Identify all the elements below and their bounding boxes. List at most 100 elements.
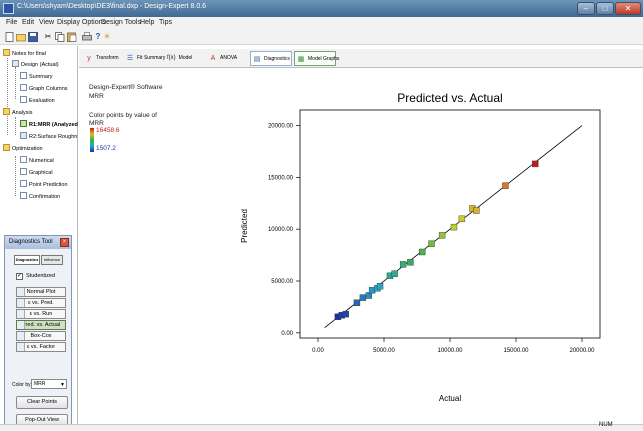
data-point[interactable] <box>502 182 509 189</box>
tab-label: ANOVA <box>220 55 238 61</box>
open-folder-icon[interactable] <box>16 32 26 42</box>
x-tick-label: 0.00 <box>312 348 324 354</box>
studentized-checkbox[interactable]: ✓ <box>16 273 23 280</box>
data-point[interactable] <box>458 215 466 223</box>
confirmation-icon <box>20 192 27 199</box>
tree-item-point-prediction[interactable]: Point Prediction <box>20 180 68 188</box>
tree-item-notes[interactable]: Notes for final <box>3 49 46 57</box>
menu-edit[interactable]: Edit <box>22 19 34 26</box>
button-label: Pred. vs. Actual <box>21 322 61 328</box>
data-point[interactable] <box>450 223 458 231</box>
save-icon[interactable] <box>28 32 38 42</box>
maximize-button[interactable]: □ <box>596 2 614 15</box>
data-point[interactable] <box>428 240 435 247</box>
tab-label: Fit Summary <box>137 55 166 61</box>
tree-item-numerical[interactable]: Numerical <box>20 156 54 164</box>
menu-design-tools[interactable]: Design Tools <box>101 19 141 26</box>
data-point[interactable] <box>353 299 361 306</box>
copy-icon[interactable] <box>55 32 65 42</box>
tab-anova[interactable]: A ANOVA <box>207 51 245 66</box>
tab-label: Model Graphs <box>308 56 340 62</box>
data-point[interactable] <box>399 261 407 268</box>
tab-diagnostics[interactable]: Diagnostics <box>14 255 40 265</box>
tree-item-confirmation[interactable]: Confirmation <box>20 192 60 200</box>
tab-transform[interactable]: y Transform <box>83 51 123 66</box>
evaluation-icon <box>20 96 27 103</box>
normal-plot-button[interactable]: Normal Plot <box>16 287 66 297</box>
tree-label: R2:Surface Roughn <box>29 134 78 140</box>
close-icon[interactable]: × <box>60 238 69 247</box>
graphical-icon <box>20 168 27 175</box>
print-icon[interactable] <box>82 32 92 42</box>
data-point[interactable] <box>391 270 398 277</box>
menu-help[interactable]: Help <box>140 19 154 26</box>
button-label: ε vs. Pred. <box>28 300 54 306</box>
menu-file[interactable]: File <box>6 19 17 26</box>
folder-icon <box>3 108 10 115</box>
tree-item-analysis[interactable]: Analysis <box>3 108 32 116</box>
anova-icon: A <box>210 55 216 62</box>
data-point[interactable] <box>376 282 384 290</box>
y-axis: 0.00 5000.00 10000.00 15000.00 20000.00 <box>268 124 300 337</box>
tree-item-summary[interactable]: Summary <box>20 72 53 80</box>
y-tick-label: 5000.00 <box>271 279 293 285</box>
data-point[interactable] <box>419 248 426 256</box>
prediction-icon <box>20 180 27 187</box>
run-plot-icon <box>17 310 25 318</box>
minimize-button[interactable]: – <box>577 2 595 15</box>
data-point[interactable] <box>407 259 414 266</box>
button-label: ε vs. Run <box>29 311 53 317</box>
diagnostics-icon: ▤ <box>253 56 261 63</box>
tree-item-evaluation[interactable]: Evaluation <box>20 96 55 104</box>
menu-display-options[interactable]: Display Options <box>57 19 106 26</box>
data-point[interactable] <box>359 294 367 301</box>
chart-title: Predicted vs. Actual <box>397 91 502 105</box>
tab-label: Diagnostics <box>264 56 290 62</box>
resid-vs-factor-button[interactable]: ε vs. Factor <box>16 342 66 352</box>
tips-icon[interactable]: ☀ <box>102 32 112 42</box>
data-point[interactable] <box>473 207 480 214</box>
analysis-icon <box>20 132 27 139</box>
cut-icon[interactable]: ✂ <box>43 32 53 42</box>
tree-item-r2-surface-roughness[interactable]: R2:Surface Roughn <box>20 132 77 140</box>
tree-label: Optimization <box>12 146 43 152</box>
new-file-icon[interactable] <box>4 32 14 42</box>
resid-vs-run-button[interactable]: ε vs. Run <box>16 309 66 319</box>
resid-vs-pred-button[interactable]: ε vs. Pred. <box>16 298 66 308</box>
num-lock-indicator: NUM <box>599 422 613 428</box>
data-point[interactable] <box>438 232 446 239</box>
plot-frame <box>299 109 601 339</box>
tab-diagnostics-main[interactable]: ▤ Diagnostics <box>250 51 292 66</box>
summary-icon: ☰ <box>126 55 134 62</box>
pred-vs-actual-button[interactable]: Pred. vs. Actual <box>16 320 66 330</box>
tree-item-graph-columns[interactable]: Graph Columns <box>20 84 68 92</box>
software-label: Design-Expert® Software <box>89 84 163 91</box>
color-by-select[interactable]: MRR ▼ <box>31 379 67 389</box>
tree-label: Confirmation <box>29 194 61 200</box>
box-cox-button[interactable]: Box-Cox <box>16 331 66 341</box>
toolbar: ✂ ? ☀ <box>0 30 643 45</box>
data-point[interactable] <box>342 310 349 318</box>
tree-item-r1-mrr[interactable]: R1:MRR (Analyzed <box>20 120 78 128</box>
y-tick-label: 15000.00 <box>268 175 294 181</box>
y-axis-label: Predicted <box>240 209 249 243</box>
clear-points-button[interactable]: Clear Points <box>16 396 68 409</box>
status-bar <box>0 424 643 431</box>
close-button[interactable]: ✕ <box>615 2 641 15</box>
app-icon <box>3 3 14 14</box>
studentized-label: Studentized <box>26 273 56 279</box>
tree-item-optimization[interactable]: Optimization <box>3 144 43 152</box>
tree-item-design[interactable]: Design (Actual) <box>12 60 59 68</box>
y-tick-label: 10000.00 <box>268 227 294 233</box>
data-point[interactable] <box>532 160 539 168</box>
menu-tips[interactable]: Tips <box>159 19 172 26</box>
paste-icon[interactable] <box>67 32 77 42</box>
tab-influence[interactable]: Influence <box>41 255 63 265</box>
analysis-icon <box>20 120 27 127</box>
design-icon <box>12 60 19 67</box>
tree-item-graphical[interactable]: Graphical <box>20 168 53 176</box>
tab-model[interactable]: f(x) Model <box>167 51 205 66</box>
menu-view[interactable]: View <box>39 19 54 26</box>
tab-model-graphs[interactable]: ▦ Model Graphs <box>294 51 340 66</box>
tab-fit-summary[interactable]: ☰ Fit Summary <box>124 51 167 66</box>
